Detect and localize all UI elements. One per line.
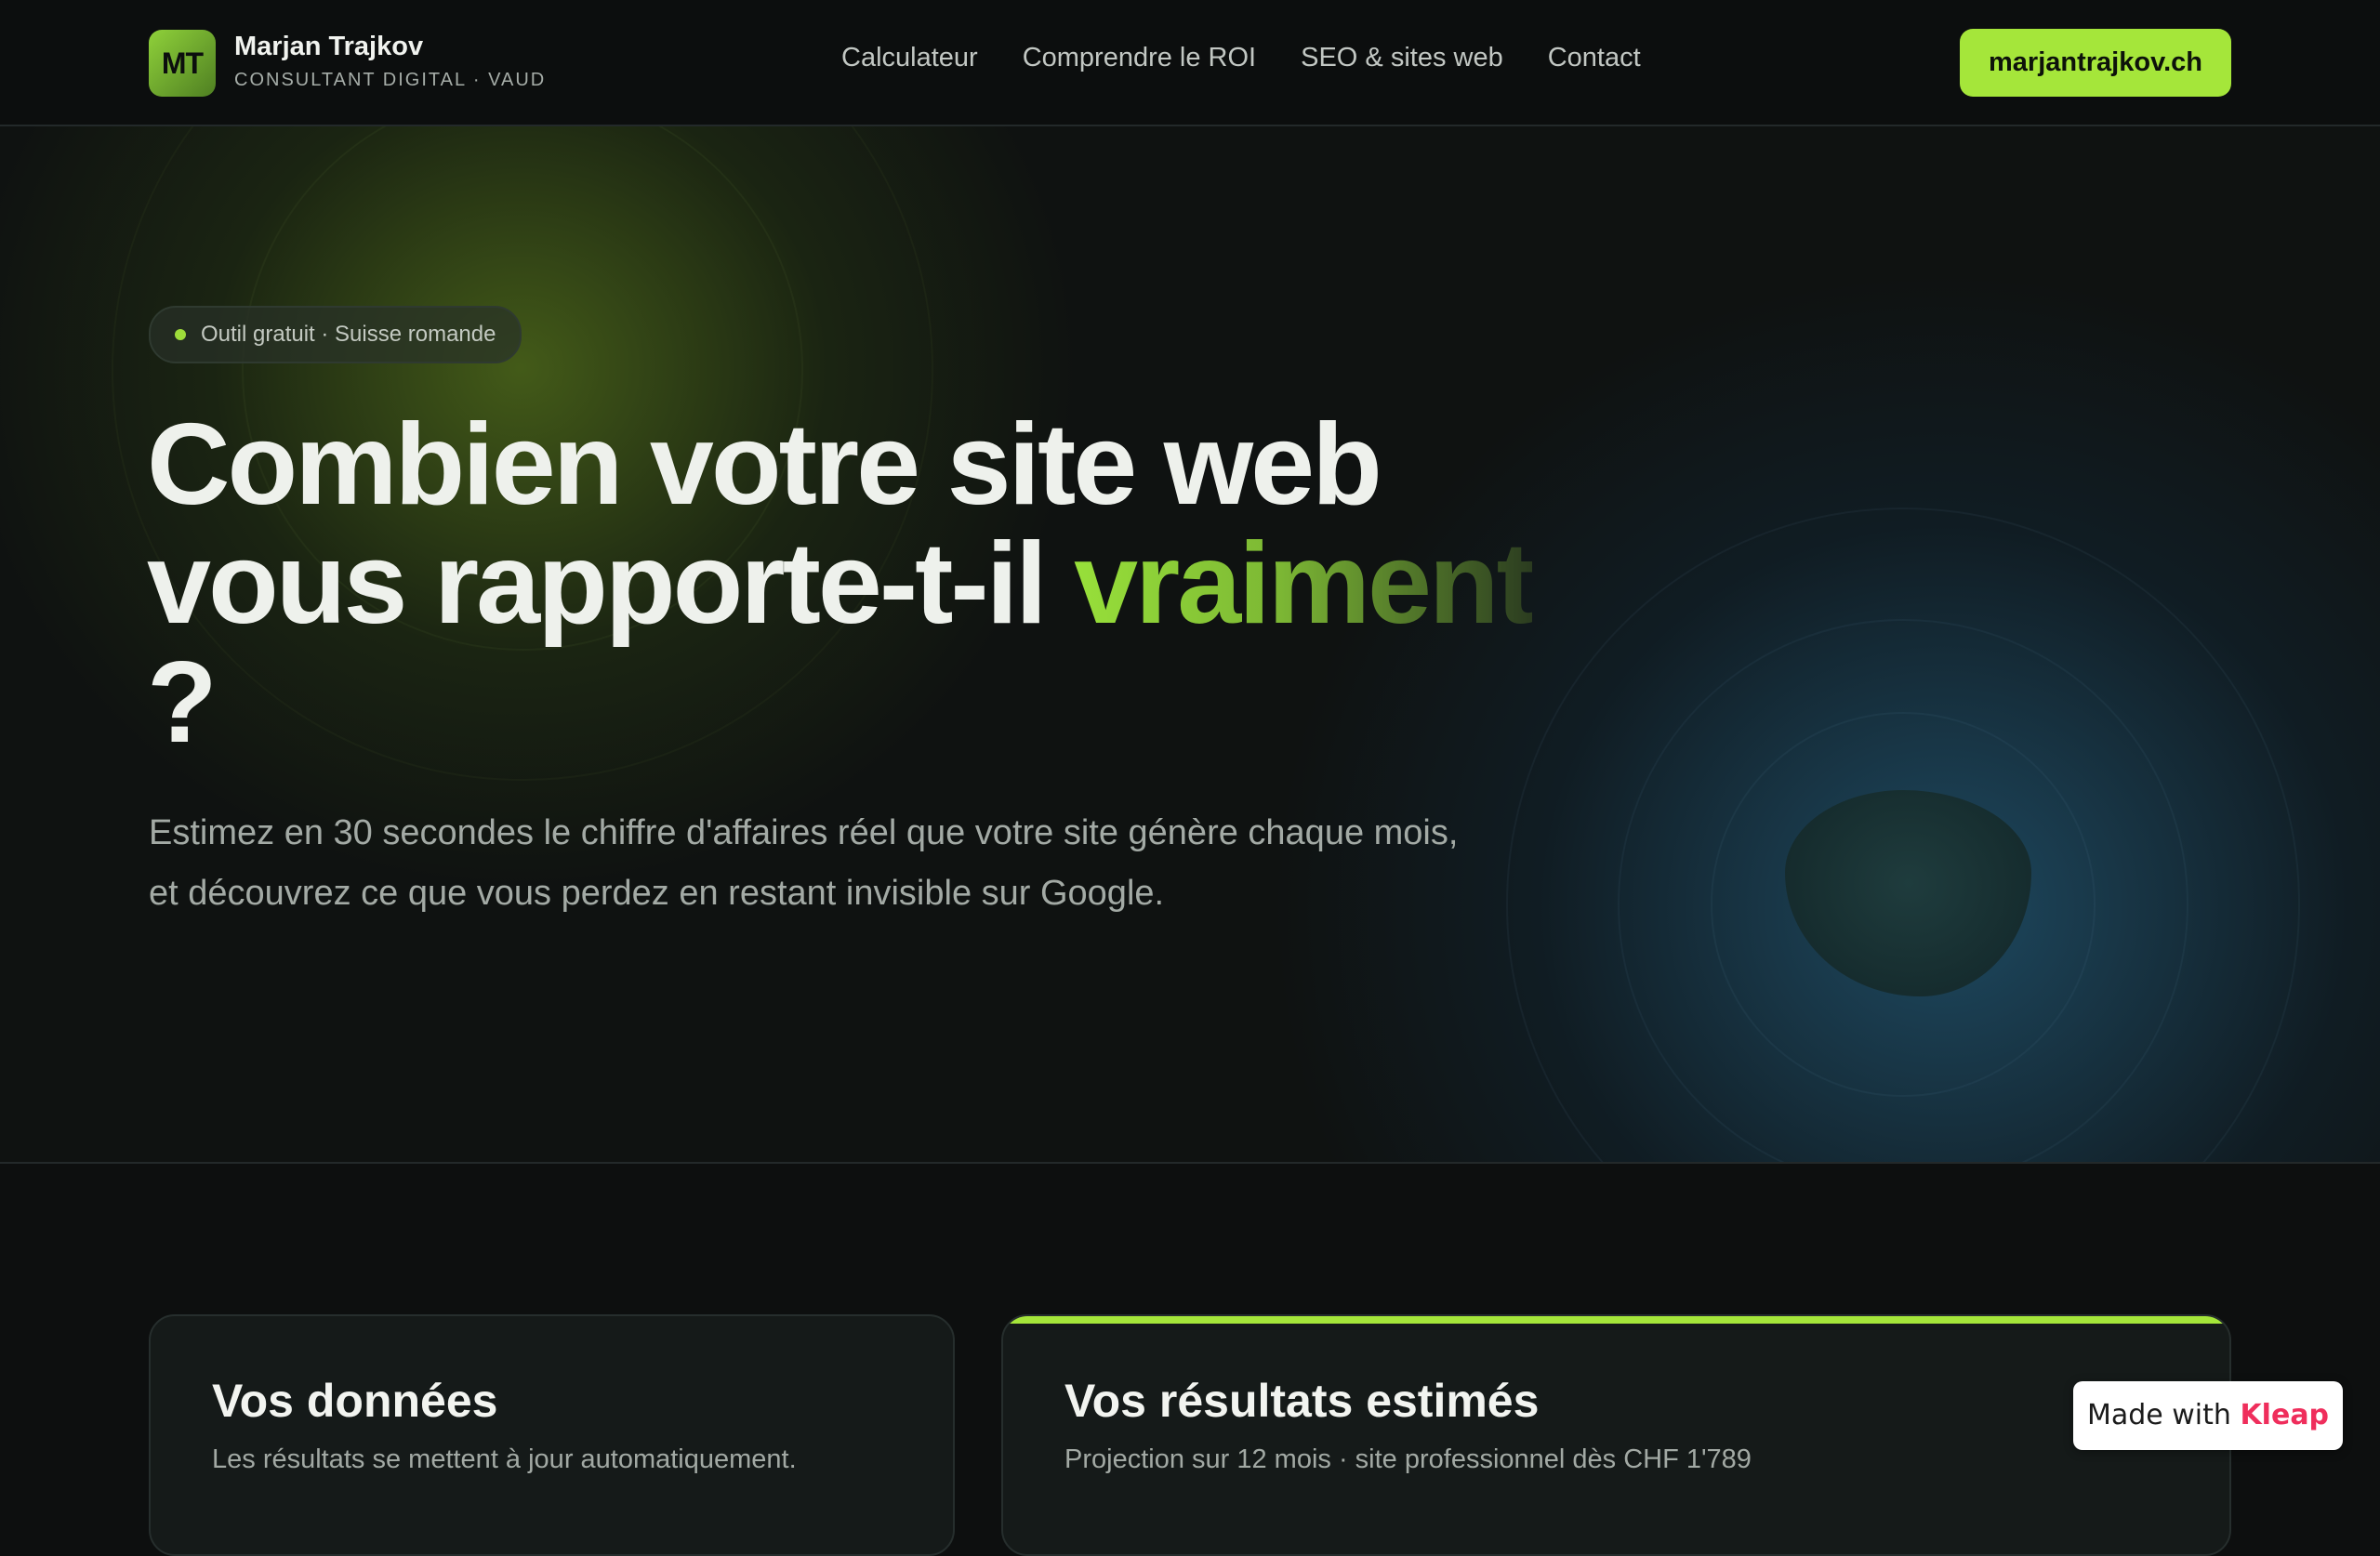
data-card-title: Vos données [212,1375,498,1427]
status-dot-icon [175,329,186,340]
headline-end: ? [147,639,218,767]
nav-item-calculateur[interactable]: Calculateur [841,43,978,73]
site-header: MT Marjan Trajkov CONSULTANT DIGITAL · V… [0,0,2380,126]
page-title: Combien votre site web vous rapporte-t-i… [147,405,1597,762]
headline-accent: vraiment [1074,520,1535,648]
website-cta-button[interactable]: marjantrajkov.ch [1960,29,2231,97]
nav-item-seo[interactable]: SEO & sites web [1301,43,1503,73]
data-card: Vos données Les résultats se mettent à j… [149,1314,955,1556]
results-card-subtitle: Projection sur 12 mois · site profession… [1064,1444,1752,1474]
logo-icon[interactable]: MT [149,30,216,97]
results-card-title: Vos résultats estimés [1064,1375,1540,1427]
results-card: Vos résultats estimés Projection sur 12 … [1001,1314,2231,1556]
data-card-subtitle: Les résultats se mettent à jour automati… [212,1444,797,1474]
main-nav: Calculateur Comprendre le ROI SEO & site… [841,43,1641,73]
nav-item-roi[interactable]: Comprendre le ROI [1023,43,1256,73]
made-with-kleap-badge[interactable]: Made with Kleap [2073,1381,2343,1450]
hero-lead: Estimez en 30 secondes le chiffre d'affa… [149,813,1459,913]
hero-section: Outil gratuit · Suisse romande Combien v… [0,126,2380,1164]
brand-tagline: CONSULTANT DIGITAL · VAUD [234,70,547,90]
made-with-prefix: Made with [2086,1399,2241,1431]
brand-name[interactable]: Marjan Trajkov [234,32,423,62]
free-tool-badge: Outil gratuit · Suisse romande [149,306,522,363]
nav-item-contact[interactable]: Contact [1548,43,1641,73]
badge-label: Outil gratuit · Suisse romande [201,322,496,347]
kleap-brand: Kleap [2240,1399,2330,1431]
